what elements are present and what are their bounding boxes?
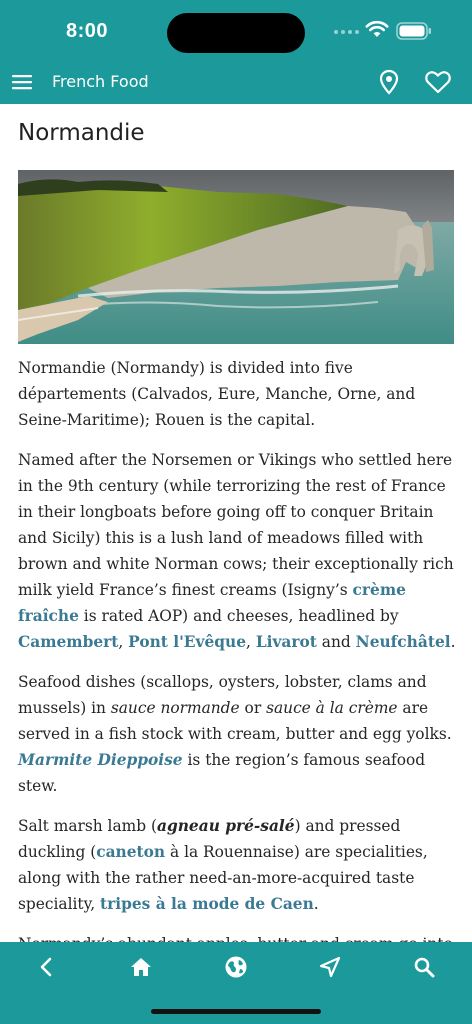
home-button[interactable] (126, 952, 156, 982)
favorite-heart-icon[interactable] (424, 69, 452, 95)
text-span: Salt marsh lamb ( (18, 817, 157, 835)
link-neufchatel[interactable]: Neufchâtel (356, 633, 451, 651)
search-button[interactable] (409, 952, 439, 982)
text-span: and (316, 633, 356, 651)
text-span: . (450, 633, 456, 651)
globe-button[interactable] (221, 952, 251, 982)
navigation-arrow-icon (319, 956, 341, 978)
back-button[interactable] (32, 952, 62, 982)
paragraph-lamb: Salt marsh lamb (agneau pré-salé) and pr… (18, 813, 458, 917)
navigate-button[interactable] (315, 952, 345, 982)
text-span: is rated AOP) and cheeses, headlined by (78, 607, 399, 625)
paragraph-apples: Normandy’s abundant apples, butter and c… (18, 931, 458, 942)
globe-icon (225, 956, 247, 978)
app-title: French Food (52, 72, 149, 91)
article-content[interactable]: Normandie Normandie (Normandy) is divide… (0, 104, 472, 942)
text-emphasis: sauce normande (110, 699, 240, 717)
link-caneton[interactable]: caneton (96, 843, 165, 861)
map-pin-icon[interactable] (376, 69, 402, 95)
text-span: . (313, 895, 319, 913)
wifi-icon (365, 20, 389, 37)
paragraph-seafood: Seafood dishes (scallops, oysters, lobst… (18, 669, 458, 799)
status-bar: 8:00 (0, 0, 472, 60)
text-emphasis: agneau pré-salé (157, 817, 295, 835)
home-icon (131, 958, 151, 976)
battery-icon (396, 22, 431, 40)
chevron-left-icon (40, 957, 52, 977)
home-indicator[interactable] (151, 1009, 321, 1014)
page-title: Normandie (18, 120, 145, 146)
link-marmite-dieppoise[interactable]: Marmite Dieppoise (18, 751, 183, 769)
article-body: Normandie (Normandy) is divided into fiv… (18, 355, 458, 942)
dynamic-island (167, 13, 305, 53)
hero-image (18, 170, 454, 344)
status-time: 8:00 (66, 20, 109, 42)
link-tripes[interactable]: tripes à la mode de Caen (100, 895, 314, 913)
paragraph-intro: Normandie (Normandy) is divided into fiv… (18, 359, 416, 429)
search-icon (414, 957, 435, 978)
link-pont-leveque[interactable]: Pont l'Evêque (128, 633, 246, 651)
text-span: or (239, 699, 267, 717)
paragraph-history: Named after the Norsemen or Vikings who … (18, 447, 458, 655)
cellular-signal-icon (334, 30, 359, 34)
text-span: , (118, 633, 129, 651)
text-span: Named after the Norsemen or Vikings who … (18, 451, 454, 599)
text-span: , (246, 633, 256, 651)
link-livarot[interactable]: Livarot (256, 633, 317, 651)
top-app-bar: French Food (0, 60, 472, 104)
hamburger-menu-icon[interactable] (10, 70, 34, 94)
text-emphasis: sauce à la crème (266, 699, 398, 717)
link-camembert[interactable]: Camembert (18, 633, 118, 651)
